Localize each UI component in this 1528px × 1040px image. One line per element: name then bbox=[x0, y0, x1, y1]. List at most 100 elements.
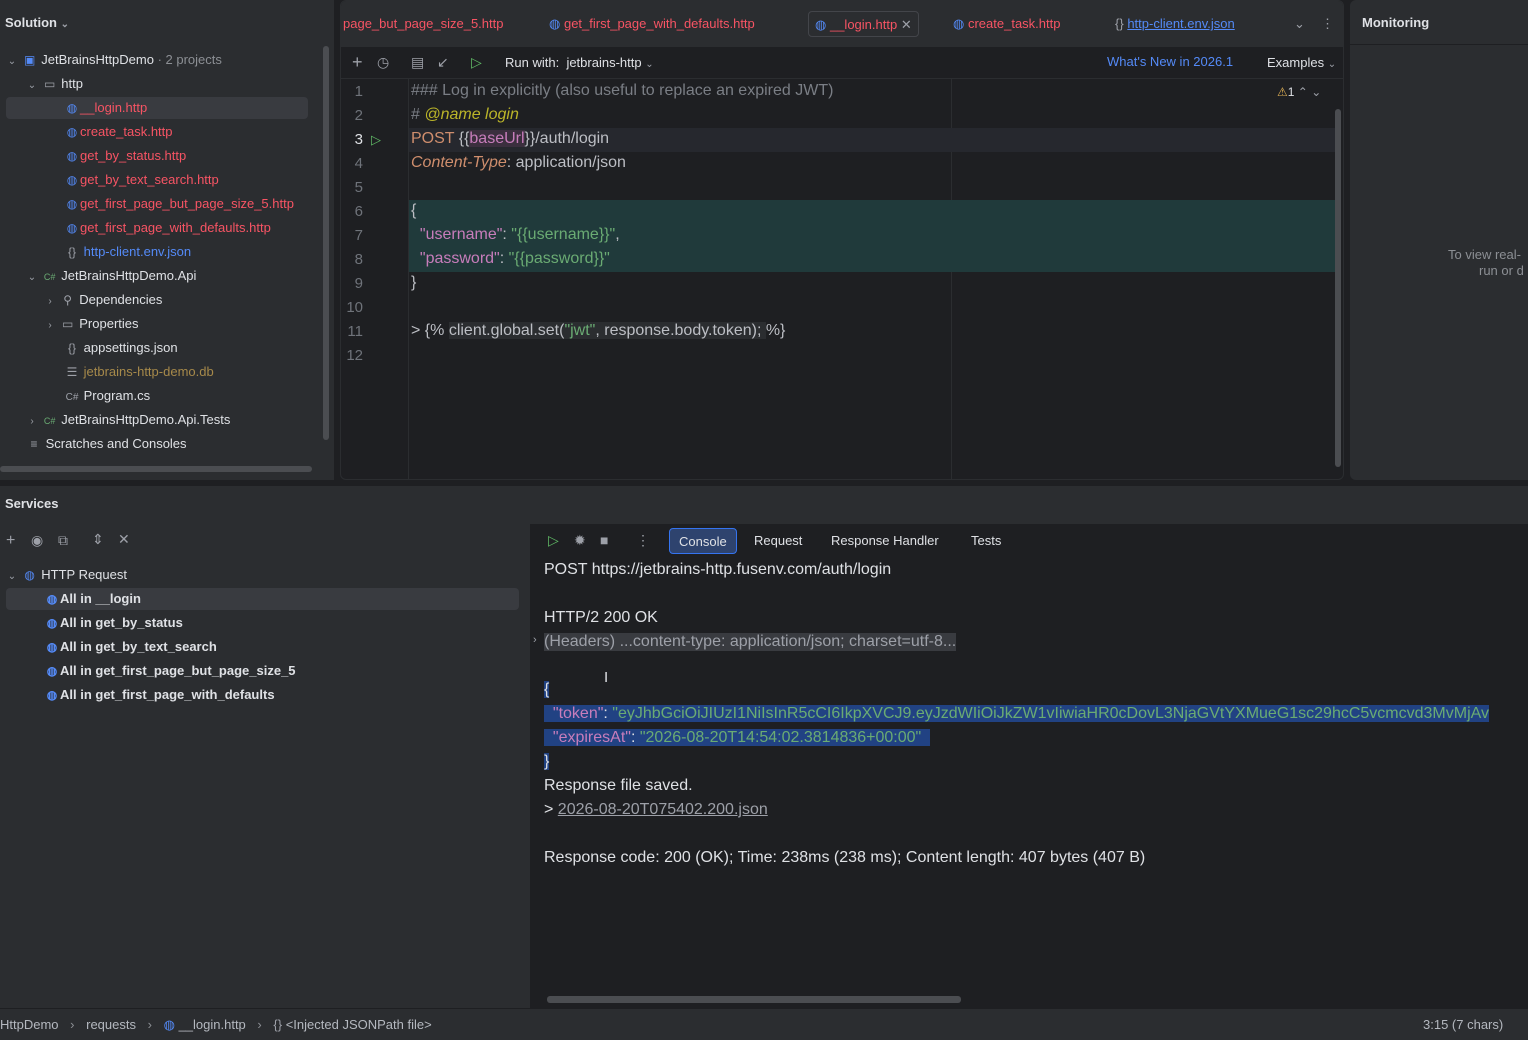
services-root[interactable]: ⌄ ◍ HTTP Request bbox=[6, 563, 127, 587]
globe-icon: ◍ bbox=[66, 173, 78, 187]
run-with[interactable]: Run with: jetbrains-http ⌄ bbox=[505, 55, 654, 70]
chevron-right-icon[interactable]: › bbox=[533, 634, 537, 646]
solution-title[interactable]: Solution ⌄ bbox=[5, 15, 69, 30]
code-line-4[interactable]: Content-Type: application/json bbox=[411, 154, 626, 172]
json-token-line[interactable]: "token": "eyJhbGciOiJIUzI1NiIsInR5cCI6Ik… bbox=[544, 705, 1490, 723]
expand-all-icon[interactable]: ⇕ bbox=[92, 531, 104, 548]
file-label: get_first_page_with_defaults.http bbox=[80, 220, 271, 235]
code-line-3[interactable]: POST {{baseUrl}}/auth/login bbox=[411, 130, 609, 148]
code-line-11[interactable]: > {% client.global.set("jwt", response.b… bbox=[411, 322, 785, 340]
service-item[interactable]: ◍ All in get_by_text_search bbox=[44, 635, 217, 659]
json-close-brace[interactable]: } bbox=[544, 753, 550, 771]
whats-new-link[interactable]: What's New in 2026.1 bbox=[1107, 54, 1233, 69]
tree-file-get-by-text-search[interactable]: ◍ get_by_text_search.http bbox=[64, 168, 219, 192]
line-number: 4 bbox=[354, 155, 363, 172]
code-line-6[interactable]: { bbox=[411, 202, 416, 220]
json-icon: {} bbox=[67, 341, 76, 355]
tree-properties[interactable]: › ▭ Properties bbox=[44, 312, 138, 338]
stop-icon[interactable]: ■ bbox=[600, 532, 608, 548]
tree-project-api[interactable]: ⌄ C# JetBrainsHttpDemo.Api bbox=[26, 264, 197, 290]
summary-line[interactable]: Response code: 200 (OK); Time: 238ms (23… bbox=[544, 849, 1145, 867]
more-vertical-icon[interactable]: ⋮ bbox=[1321, 11, 1334, 37]
add-icon[interactable]: + bbox=[352, 52, 363, 73]
examples-dropdown[interactable]: Examples ⌄ bbox=[1267, 55, 1336, 70]
tab-tests[interactable]: Tests bbox=[962, 528, 1010, 554]
more-vertical-icon[interactable]: ⋮ bbox=[636, 532, 650, 549]
run-all-icon[interactable]: ▷ bbox=[471, 54, 482, 71]
json-open-brace[interactable]: { bbox=[544, 681, 550, 699]
code-line-1[interactable]: ### Log in explicitly (also useful to re… bbox=[411, 82, 833, 100]
code-line-9[interactable]: } bbox=[411, 274, 416, 292]
code-line-7[interactable]: "username": "{{username}}", bbox=[411, 226, 620, 244]
headers-collapsed[interactable]: (Headers) ...content-type: application/j… bbox=[544, 633, 957, 651]
tree-dependencies[interactable]: › ⚲ Dependencies bbox=[44, 288, 162, 312]
crumb-project[interactable]: HttpDemo bbox=[0, 1017, 59, 1032]
eye-icon[interactable]: ◉ bbox=[31, 532, 43, 549]
tree-project-tests[interactable]: › C# JetBrainsHttpDemo.Api.Tests bbox=[26, 408, 230, 432]
import-icon[interactable]: ↙ bbox=[437, 54, 449, 71]
tree-folder-http[interactable]: ⌄ ▭ http bbox=[26, 72, 83, 96]
service-item[interactable]: ◍ All in get_first_page_with_defaults bbox=[44, 683, 275, 707]
request-line[interactable]: POST https://jetbrains-http.fusenv.com/a… bbox=[544, 561, 891, 579]
service-item[interactable]: ◍ All in __login bbox=[44, 587, 141, 611]
warnings-indicator[interactable]: ⚠1 ⌃ ⌄ bbox=[1277, 85, 1321, 99]
collapse-all-icon[interactable]: ✕ bbox=[118, 531, 130, 548]
chevron-down-icon[interactable]: ⌄ bbox=[1311, 85, 1321, 99]
service-item[interactable]: ◍ All in get_first_page_but_page_size_5 bbox=[44, 659, 296, 683]
add-service-icon[interactable]: + bbox=[6, 532, 15, 550]
close-icon[interactable]: ✕ bbox=[901, 17, 912, 32]
chevron-down-icon[interactable]: ⌄ bbox=[6, 50, 18, 74]
tree-root[interactable]: ⌄ ▣ JetBrainsHttpDemo · 2 projects bbox=[6, 48, 222, 72]
tab-response-handler[interactable]: Response Handler bbox=[822, 528, 948, 554]
tab-request[interactable]: Request bbox=[745, 528, 811, 554]
caret-position[interactable]: 3:15 (7 chars) bbox=[1423, 1017, 1503, 1032]
editor-scrollbar[interactable] bbox=[1335, 109, 1341, 467]
tree-scratches[interactable]: ≡ Scratches and Consoles bbox=[26, 432, 186, 456]
json-expires-line[interactable]: "expiresAt": "2026-08-20T14:54:02.381483… bbox=[544, 729, 931, 747]
crumb-folder[interactable]: requests bbox=[86, 1017, 136, 1032]
history-icon[interactable]: ◷ bbox=[377, 54, 389, 71]
chevron-down-icon[interactable]: ⌄ bbox=[26, 74, 38, 98]
tree-file-login[interactable]: ◍ __login.http bbox=[64, 96, 147, 120]
chevron-right-icon[interactable]: › bbox=[26, 410, 38, 434]
saved-line[interactable]: Response file saved. bbox=[544, 777, 693, 795]
root-label: JetBrainsHttpDemo bbox=[41, 52, 154, 67]
saved-file-line[interactable]: > 2026-08-20T075402.200.json bbox=[544, 801, 768, 819]
chevron-right-icon[interactable]: › bbox=[44, 314, 56, 338]
tab-create-task[interactable]: ◍ create_task.http bbox=[953, 11, 1060, 37]
tabs-dropdown-icon[interactable]: ⌄ bbox=[1294, 11, 1305, 37]
tree-file-page-size-5[interactable]: ◍ get_first_page_but_page_size_5.http bbox=[64, 192, 294, 216]
tree-file-get-by-status[interactable]: ◍ get_by_status.http bbox=[64, 144, 187, 168]
tab-console[interactable]: Console bbox=[669, 528, 737, 554]
tab-first-page-defaults[interactable]: ◍ get_first_page_with_defaults.http bbox=[549, 11, 755, 37]
tree-file-create-task[interactable]: ◍ create_task.http bbox=[64, 120, 173, 144]
chevron-up-icon[interactable]: ⌃ bbox=[1298, 85, 1308, 99]
run-request-icon[interactable]: ▷ bbox=[371, 132, 381, 148]
tab-page-size-5[interactable]: page_but_page_size_5.http bbox=[343, 11, 503, 37]
tree-db[interactable]: ☰ jetbrains-http-demo.db bbox=[64, 360, 214, 384]
horizontal-scrollbar[interactable] bbox=[0, 466, 312, 472]
saved-file-link[interactable]: 2026-08-20T075402.200.json bbox=[558, 801, 768, 818]
convert-icon[interactable]: ▤ bbox=[411, 54, 424, 71]
chevron-right-icon[interactable]: › bbox=[44, 290, 56, 314]
crumb-injected[interactable]: <Injected JSONPath file> bbox=[286, 1017, 432, 1032]
crumb-file[interactable]: __login.http bbox=[179, 1017, 246, 1032]
tree-appsettings[interactable]: {} appsettings.json bbox=[64, 336, 178, 360]
service-item[interactable]: ◍ All in get_by_status bbox=[44, 611, 183, 635]
project-label: JetBrainsHttpDemo.Api bbox=[61, 268, 197, 283]
tab-env-json[interactable]: {} http-client.env.json bbox=[1115, 11, 1235, 37]
rerun-icon[interactable]: ▷ bbox=[548, 532, 559, 549]
status-line[interactable]: HTTP/2 200 OK bbox=[544, 609, 658, 627]
code-line-2[interactable]: # @name login bbox=[411, 106, 519, 124]
debug-icon[interactable]: ✹ bbox=[574, 532, 586, 549]
code-line-8[interactable]: "password": "{{password}}" bbox=[411, 250, 610, 268]
tree-program[interactable]: C# Program.cs bbox=[64, 384, 151, 408]
console-horizontal-scrollbar[interactable] bbox=[547, 996, 961, 1003]
chevron-down-icon[interactable]: ⌄ bbox=[26, 266, 38, 290]
tab-login[interactable]: ◍ __login.http ✕ bbox=[808, 11, 919, 37]
chevron-down-icon[interactable]: ⌄ bbox=[6, 565, 18, 589]
new-tab-icon[interactable]: ⧉ bbox=[58, 532, 68, 549]
tree-file-first-page-defaults[interactable]: ◍ get_first_page_with_defaults.http bbox=[64, 216, 271, 240]
tree-file-env[interactable]: {} http-client.env.json bbox=[64, 240, 191, 264]
vertical-scrollbar[interactable] bbox=[323, 46, 329, 440]
